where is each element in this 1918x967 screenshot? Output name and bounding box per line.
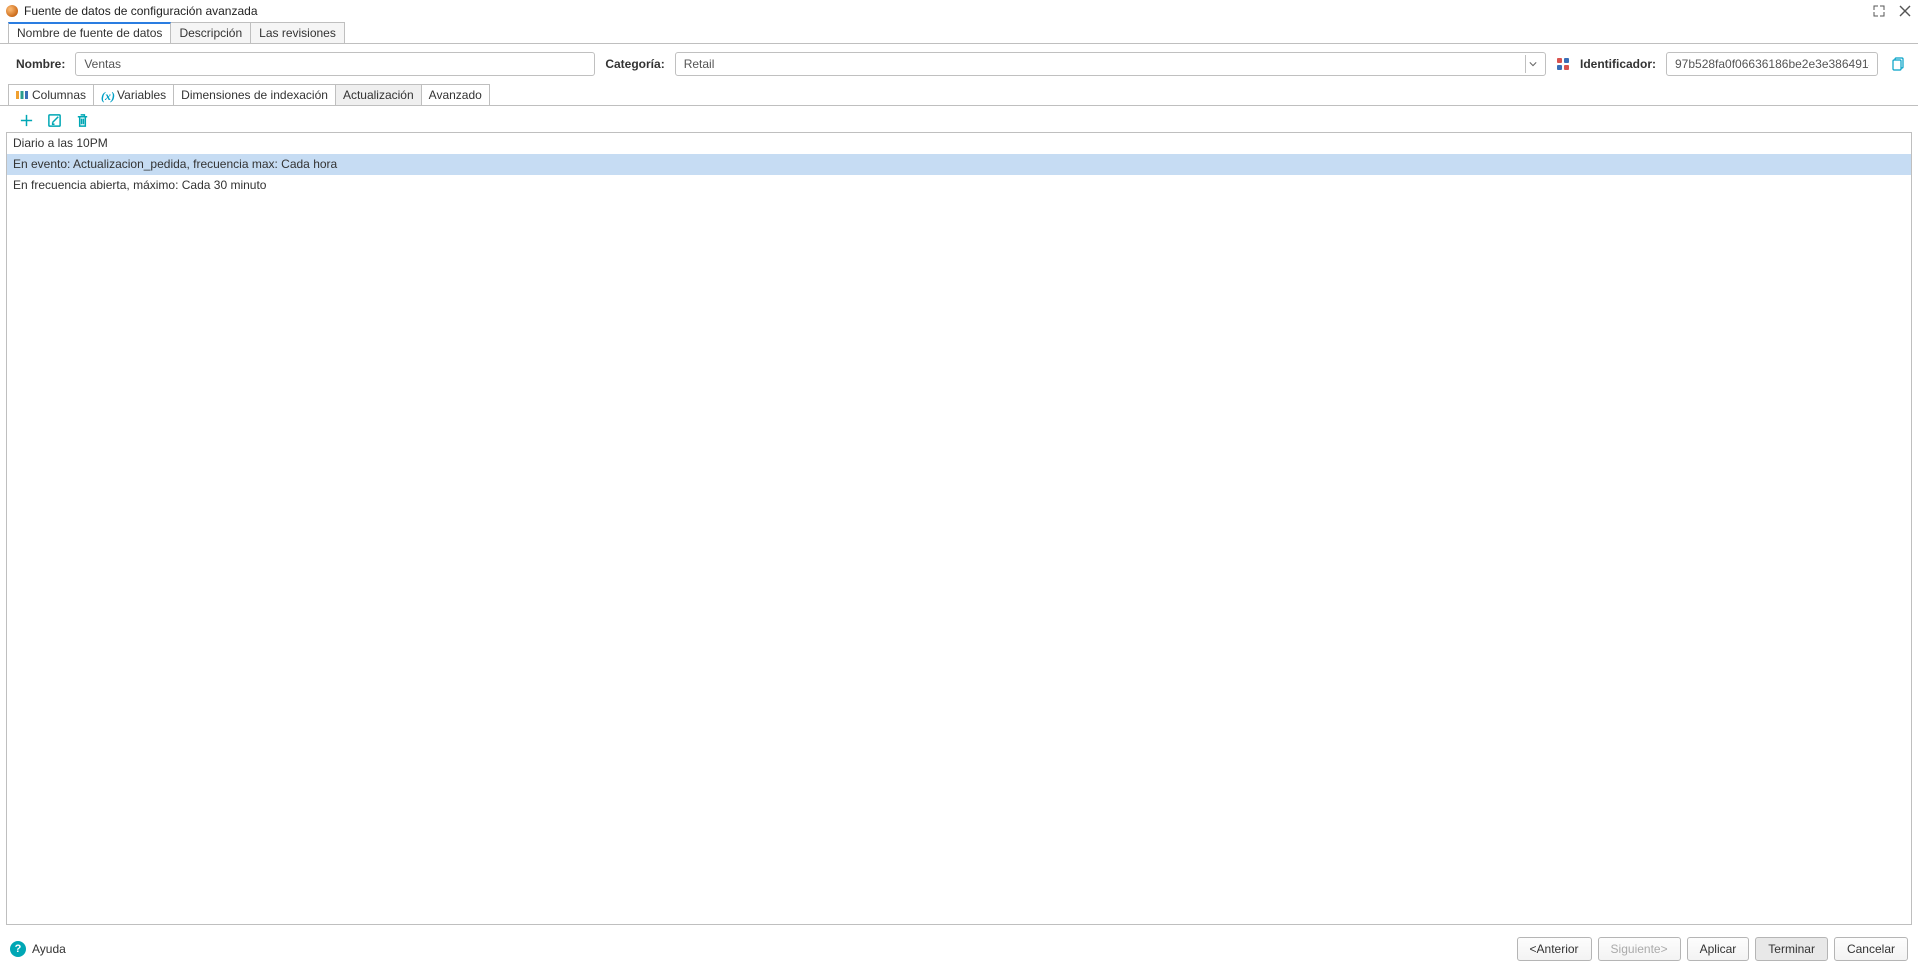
identifier-input[interactable] <box>1666 52 1878 76</box>
tab-label: Descripción <box>179 26 242 40</box>
list-item[interactable]: Diario a las 10PM <box>7 133 1911 154</box>
name-label: Nombre: <box>16 57 65 71</box>
tab-label: Nombre de fuente de datos <box>17 26 162 40</box>
window-title: Fuente de datos de configuración avanzad… <box>24 4 1872 18</box>
subtab-advanced[interactable]: Avanzado <box>421 84 490 105</box>
cancel-button[interactable]: Cancelar <box>1834 937 1908 961</box>
subtab-refresh[interactable]: Actualización <box>335 84 422 105</box>
subtab-variables[interactable]: (x) Variables <box>93 84 174 105</box>
help-icon[interactable]: ? <box>10 941 26 957</box>
refresh-schedule-list[interactable]: Diario a las 10PM En evento: Actualizaci… <box>6 133 1912 925</box>
identifier-icon <box>1556 57 1570 71</box>
next-button: Siguiente> <box>1598 937 1681 961</box>
help-label[interactable]: Ayuda <box>32 942 66 956</box>
subtab-index-dimensions[interactable]: Dimensiones de indexación <box>173 84 336 105</box>
prev-button[interactable]: <Anterior <box>1517 937 1592 961</box>
finish-button[interactable]: Terminar <box>1755 937 1828 961</box>
footer: ? Ayuda <Anterior Siguiente> Aplicar Ter… <box>0 931 1918 967</box>
category-select[interactable]: Retail <box>675 52 1546 76</box>
add-button[interactable] <box>18 112 34 128</box>
subtab-label: Avanzado <box>429 88 482 102</box>
name-input[interactable] <box>75 52 595 76</box>
chevron-down-icon <box>1525 55 1541 73</box>
subtab-label: Actualización <box>343 88 414 102</box>
list-item-text: En frecuencia abierta, máximo: Cada 30 m… <box>13 178 266 192</box>
delete-button[interactable] <box>74 112 90 128</box>
list-item-text: En evento: Actualizacion_pedida, frecuen… <box>13 157 337 171</box>
app-icon <box>6 5 18 17</box>
subtab-label: Columnas <box>32 88 86 102</box>
columns-icon <box>16 89 28 101</box>
category-label: Categoría: <box>605 57 664 71</box>
tab-description[interactable]: Descripción <box>170 22 251 43</box>
subtab-label: Variables <box>117 88 166 102</box>
subtab-label: Dimensiones de indexación <box>181 88 328 102</box>
edit-button[interactable] <box>46 112 62 128</box>
sub-tabs: Columnas (x) Variables Dimensiones de in… <box>0 84 1918 106</box>
subtab-columns[interactable]: Columnas <box>8 84 94 105</box>
identifier-label: Identificador: <box>1580 57 1656 71</box>
apply-button[interactable]: Aplicar <box>1687 937 1750 961</box>
primary-tabs: Nombre de fuente de datos Descripción La… <box>0 22 1918 44</box>
close-icon[interactable] <box>1898 4 1912 18</box>
variable-icon: (x) <box>101 89 113 101</box>
list-item[interactable]: En frecuencia abierta, máximo: Cada 30 m… <box>7 175 1911 196</box>
list-item[interactable]: En evento: Actualizacion_pedida, frecuen… <box>7 154 1911 175</box>
form-row: Nombre: Categoría: Retail Identificador: <box>0 44 1918 84</box>
copy-icon[interactable] <box>1892 57 1906 71</box>
titlebar: Fuente de datos de configuración avanzad… <box>0 0 1918 22</box>
dialog-window: Fuente de datos de configuración avanzad… <box>0 0 1918 967</box>
category-value: Retail <box>684 57 715 71</box>
tab-datasource-name[interactable]: Nombre de fuente de datos <box>8 22 171 43</box>
tab-revisions[interactable]: Las revisiones <box>250 22 345 43</box>
toolbar <box>6 106 1912 133</box>
maximize-icon[interactable] <box>1872 4 1886 18</box>
list-item-text: Diario a las 10PM <box>13 136 108 150</box>
tab-label: Las revisiones <box>259 26 336 40</box>
